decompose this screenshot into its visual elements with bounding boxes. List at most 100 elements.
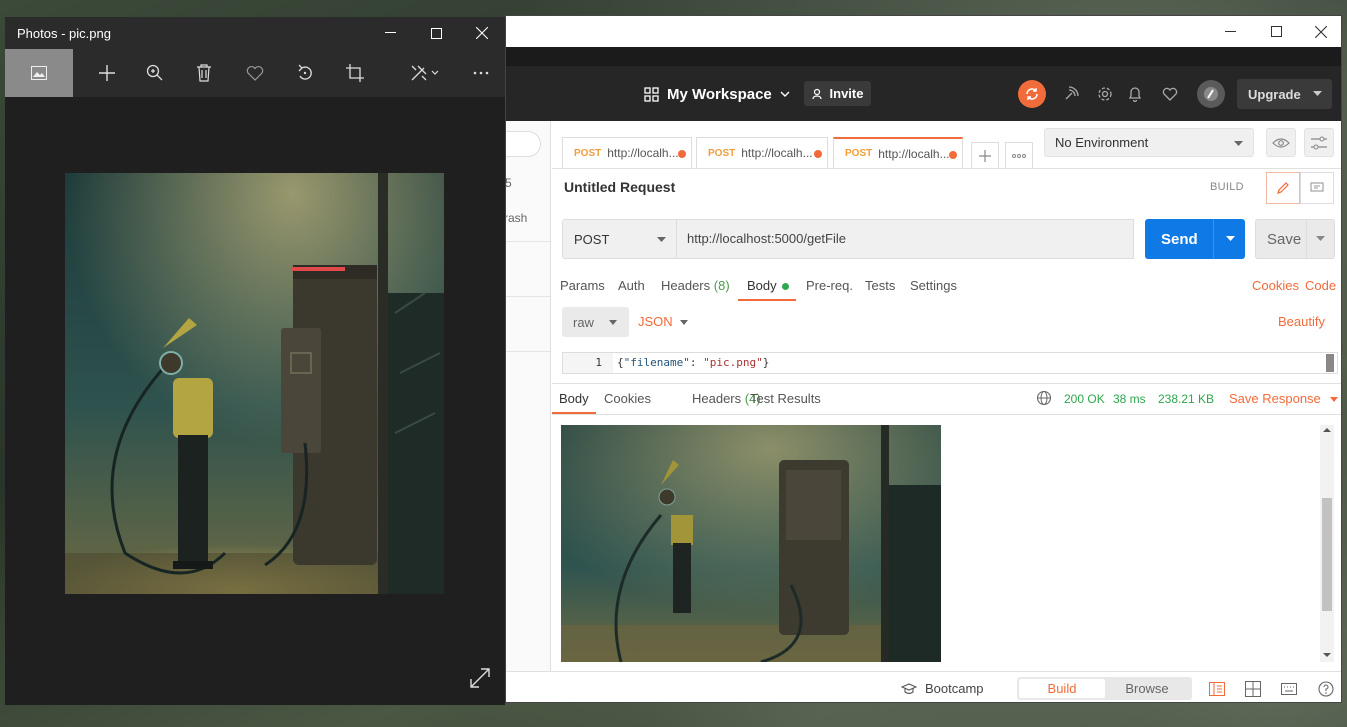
menu-bar bbox=[506, 47, 1341, 66]
request-tab-active[interactable]: POST http://localh... bbox=[833, 137, 963, 168]
manage-environments-button[interactable] bbox=[1304, 128, 1334, 157]
scrollbar-thumb[interactable] bbox=[1322, 498, 1332, 611]
caret-down-icon[interactable] bbox=[1226, 236, 1235, 241]
view-image-button[interactable] bbox=[5, 49, 73, 97]
build-mode-label: BUILD bbox=[1210, 181, 1244, 193]
invite-button[interactable]: Invite bbox=[804, 81, 871, 106]
keyboard-shortcuts-button[interactable] bbox=[1279, 679, 1299, 699]
favorite-button[interactable] bbox=[234, 49, 276, 97]
save-label: Save bbox=[1267, 230, 1302, 248]
sidebar-divider bbox=[506, 241, 550, 242]
maximize-icon bbox=[1270, 26, 1282, 37]
settings-button[interactable] bbox=[1091, 80, 1119, 108]
request-tab[interactable]: POST http://localh... bbox=[562, 137, 692, 168]
beautify-link[interactable]: Beautify bbox=[1278, 314, 1325, 329]
sidebar-divider bbox=[506, 351, 550, 352]
response-scrollbar[interactable] bbox=[1320, 425, 1334, 662]
send-button[interactable]: Send bbox=[1145, 219, 1245, 259]
response-size[interactable]: 238.21 KB bbox=[1158, 392, 1214, 406]
caret-down-icon bbox=[657, 237, 666, 242]
two-pane-view-button[interactable] bbox=[1207, 679, 1227, 699]
request-title[interactable]: Untitled Request bbox=[564, 179, 675, 195]
tab-tests[interactable]: Tests bbox=[865, 278, 895, 293]
sync-button[interactable] bbox=[1018, 80, 1046, 108]
rotate-icon bbox=[298, 64, 312, 80]
layout-icon bbox=[1245, 681, 1261, 697]
request-body-editor[interactable]: 1 {"filename": "pic.png"} bbox=[562, 352, 1338, 374]
avatar[interactable] bbox=[1197, 80, 1225, 108]
caret-down-icon[interactable] bbox=[1316, 236, 1325, 241]
cookies-link[interactable]: Cookies bbox=[1252, 278, 1299, 293]
tab-params[interactable]: Params bbox=[560, 278, 605, 293]
request-response-divider[interactable] bbox=[552, 383, 1341, 384]
notifications-button[interactable] bbox=[1121, 80, 1149, 108]
interceptor-button[interactable] bbox=[1057, 80, 1085, 108]
tab-prerequest[interactable]: Pre-req. bbox=[806, 278, 853, 293]
tab-headers[interactable]: Headers (8) bbox=[661, 278, 730, 293]
minimize-button[interactable] bbox=[1207, 16, 1253, 47]
help-button[interactable] bbox=[1316, 679, 1336, 699]
photos-close-button[interactable] bbox=[459, 17, 505, 49]
more-options-button[interactable] bbox=[460, 49, 502, 97]
add-button[interactable] bbox=[86, 49, 128, 97]
bootcamp-label: Bootcamp bbox=[925, 681, 984, 696]
tab-headers-label: Headers bbox=[661, 278, 711, 293]
favorites-button[interactable] bbox=[1156, 80, 1184, 108]
body-language-select[interactable]: JSON bbox=[638, 314, 688, 329]
add-user-icon bbox=[811, 88, 822, 99]
rotate-button[interactable] bbox=[284, 49, 326, 97]
edit-create-button[interactable] bbox=[397, 49, 453, 97]
code-link[interactable]: Code bbox=[1305, 278, 1336, 293]
sidebar-trash-label[interactable]: rash bbox=[506, 211, 527, 225]
photos-minimize-button[interactable] bbox=[367, 17, 413, 49]
environment-select[interactable]: No Environment bbox=[1044, 128, 1254, 157]
photos-maximize-button[interactable] bbox=[413, 17, 459, 49]
tab-body[interactable]: Body bbox=[747, 278, 789, 293]
response-tab-body[interactable]: Body bbox=[559, 391, 589, 406]
user-avatar-icon bbox=[1204, 87, 1218, 101]
tab-auth[interactable]: Auth bbox=[618, 278, 645, 293]
crop-button[interactable] bbox=[334, 49, 376, 97]
delete-button[interactable] bbox=[183, 49, 225, 97]
response-headers-label: Headers bbox=[692, 391, 742, 406]
close-button[interactable] bbox=[1298, 16, 1341, 47]
browse-toggle-option[interactable]: Browse bbox=[1104, 679, 1190, 698]
workspace-name: My Workspace bbox=[667, 85, 772, 103]
save-response-button[interactable]: Save Response bbox=[1229, 391, 1338, 406]
globe-icon[interactable] bbox=[1036, 390, 1052, 406]
body-mode-select[interactable]: raw bbox=[562, 307, 629, 337]
tab-settings[interactable]: Settings bbox=[910, 278, 957, 293]
response-time[interactable]: 38 ms bbox=[1113, 392, 1146, 406]
environment-quicklook-button[interactable] bbox=[1266, 128, 1296, 157]
maximize-button[interactable] bbox=[1253, 16, 1299, 47]
response-status[interactable]: 200 OK bbox=[1064, 392, 1105, 406]
tab-method: POST bbox=[708, 147, 736, 159]
url-input[interactable]: http://localhost:5000/getFile bbox=[677, 219, 1134, 259]
response-image-preview bbox=[561, 425, 941, 662]
photo-viewer-image[interactable] bbox=[65, 173, 444, 594]
fullscreen-button[interactable] bbox=[469, 667, 493, 691]
sidebar-search-input[interactable] bbox=[506, 131, 541, 157]
tab-method: POST bbox=[574, 147, 602, 159]
upgrade-button[interactable]: Upgrade bbox=[1237, 79, 1332, 109]
response-tab-cookies[interactable]: Cookies bbox=[604, 391, 651, 406]
editor-scrollbar[interactable] bbox=[1326, 354, 1334, 372]
line-number: 1 bbox=[563, 353, 613, 373]
scroll-down-icon[interactable] bbox=[1320, 650, 1334, 660]
response-tab-test-results[interactable]: Test Results bbox=[750, 391, 821, 406]
code-open-brace: { bbox=[617, 356, 624, 369]
build-toggle-option[interactable]: Build bbox=[1019, 679, 1105, 698]
edit-mode-button[interactable] bbox=[1266, 172, 1300, 204]
bootcamp-button[interactable]: Bootcamp bbox=[901, 681, 984, 696]
comments-button[interactable] bbox=[1300, 172, 1334, 204]
scroll-up-icon[interactable] bbox=[1320, 425, 1334, 435]
photos-titlebar: Photos - pic.png bbox=[5, 17, 505, 49]
request-tab[interactable]: POST http://localh... bbox=[696, 137, 828, 168]
zoom-button[interactable] bbox=[134, 49, 176, 97]
new-tab-button[interactable] bbox=[971, 142, 999, 169]
tab-options-button[interactable] bbox=[1005, 142, 1033, 169]
workspace-switcher[interactable]: My Workspace bbox=[644, 81, 790, 107]
http-method-select[interactable]: POST bbox=[562, 219, 677, 259]
save-button[interactable]: Save bbox=[1255, 219, 1335, 259]
layout-view-button[interactable] bbox=[1243, 679, 1263, 699]
